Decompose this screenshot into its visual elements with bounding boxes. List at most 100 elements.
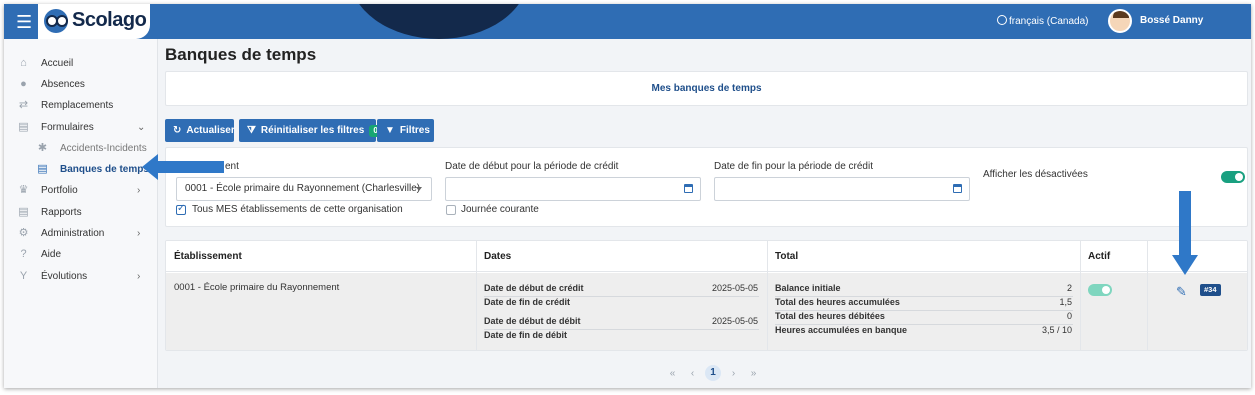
sidebar-item-accidents-incidents[interactable]: ✱ Accidents-Incidents: [4, 138, 158, 158]
pencil-icon[interactable]: ✎: [1176, 285, 1190, 299]
filters-button[interactable]: ▼ Filtres: [377, 119, 434, 142]
next-page-button[interactable]: ›: [726, 368, 741, 379]
help-icon: ?: [20, 247, 27, 260]
sidebar-item-accueil[interactable]: ⌂ Accueil: [4, 53, 158, 73]
establishment-value: 0001 - École primaire du Rayonnement (Ch…: [185, 183, 421, 194]
sidebar-item-label: Administration: [41, 227, 105, 239]
column-header[interactable]: Actif: [1088, 251, 1110, 262]
sidebar-item-label: Portfolio: [41, 184, 78, 196]
app-window: ☰ Scolago français (Canada) Bossé Danny …: [4, 4, 1251, 388]
top-bar: ☰ Scolago français (Canada) Bossé Danny: [4, 4, 1251, 39]
last-page-button[interactable]: »: [746, 368, 761, 379]
chevron-right-icon: ›: [137, 227, 141, 239]
end-date-label: Date de fin pour la période de crédit: [714, 161, 873, 172]
show-disabled-toggle[interactable]: [1221, 171, 1245, 183]
date-label: Date de fin de débit: [484, 330, 568, 340]
total-label: Heures accumulées en banque: [775, 325, 908, 335]
refresh-button[interactable]: ↻ Actualiser: [165, 119, 235, 142]
today-checkbox[interactable]: [446, 205, 456, 215]
document-icon: ▤: [37, 162, 48, 175]
tab-mes-banques[interactable]: Mes banques de temps: [166, 83, 1247, 94]
sidebar-item-remplacements[interactable]: ⇄ Remplacements: [4, 95, 158, 115]
pagination: « ‹ 1 › »: [665, 364, 761, 382]
show-disabled-label: Afficher les désactivées: [983, 169, 1088, 180]
avatar[interactable]: [1108, 9, 1132, 33]
table-row: 0001 - École primaire du Rayonnement Dat…: [166, 273, 1247, 350]
sidebar-item-formulaires[interactable]: ▤ Formulaires ⌄: [4, 117, 158, 137]
sidebar-item-portfolio[interactable]: ♛ Portfolio ›: [4, 180, 158, 200]
column-divider: [1080, 241, 1081, 350]
reset-label: Réinitialiser les filtres: [260, 125, 365, 136]
brand-name: Scolago: [72, 9, 147, 31]
end-date-input[interactable]: [714, 177, 970, 201]
owl-logo-icon: [44, 9, 68, 33]
total-value: 3,5 / 10: [1041, 325, 1072, 335]
total-label: Total des heures débitées: [775, 311, 885, 321]
chevron-right-icon: ›: [137, 184, 141, 196]
sidebar-item-absences[interactable]: ● Absences: [4, 74, 158, 94]
home-icon: ⌂: [20, 56, 27, 69]
total-value: 2: [1066, 283, 1072, 293]
establishment-cell: 0001 - École primaire du Rayonnement: [174, 282, 340, 293]
calendar-icon[interactable]: [953, 184, 962, 193]
header-decoration: [349, 4, 529, 39]
column-header[interactable]: Établissement: [174, 251, 242, 262]
sidebar-item-rapports[interactable]: ▤ Rapports: [4, 202, 158, 222]
column-divider: [476, 241, 477, 350]
incident-icon: ✱: [37, 141, 48, 154]
page-title: Banques de temps: [165, 45, 317, 64]
sidebar-item-label: Rapports: [41, 206, 82, 218]
user-name[interactable]: Bossé Danny: [1140, 15, 1203, 26]
annotation-arrow-down-icon: [1172, 191, 1198, 275]
sidebar-item-administration[interactable]: ⚙ Administration ›: [4, 223, 158, 243]
language-selector[interactable]: français (Canada): [997, 15, 1088, 27]
start-date-input[interactable]: [445, 177, 701, 201]
trophy-icon: ♛: [18, 183, 29, 196]
column-divider: [1147, 241, 1148, 350]
date-value: 2025-05-05: [711, 316, 758, 326]
sidebar-item-label: Absences: [41, 78, 85, 90]
chevron-down-icon: [416, 187, 422, 191]
id-badge[interactable]: #34: [1200, 284, 1221, 296]
annotation-arrow-left-icon: [142, 154, 224, 180]
gear-icon: ⚙: [18, 226, 29, 239]
column-divider: [767, 241, 768, 350]
table-header: Établissement Dates Total Actif: [166, 241, 1247, 272]
all-establishments-label: Tous MES établissements de cette organis…: [192, 204, 403, 215]
sidebar-item-label: Formulaires: [41, 121, 94, 133]
evolution-icon: Y: [19, 269, 28, 282]
establishment-select[interactable]: 0001 - École primaire du Rayonnement (Ch…: [176, 177, 432, 201]
column-header[interactable]: Dates: [484, 251, 511, 262]
date-label: Date de fin de crédit: [484, 297, 571, 307]
sidebar-item-label: Évolutions: [41, 270, 88, 282]
chevron-down-icon: ⌄: [137, 121, 146, 133]
logo[interactable]: Scolago: [38, 4, 150, 39]
menu-icon[interactable]: ☰: [16, 13, 32, 31]
total-label: Balance initiale: [775, 283, 841, 293]
tab-bar: Mes banques de temps: [165, 71, 1248, 106]
current-page[interactable]: 1: [705, 365, 721, 381]
globe-icon: [997, 15, 1007, 25]
filter-icon: ▼: [385, 125, 395, 136]
filter-clear-icon: ⧩: [247, 125, 256, 136]
total-label: Total des heures accumulées: [775, 297, 900, 307]
sidebar-item-aide[interactable]: ? Aide: [4, 244, 158, 264]
calendar-icon[interactable]: [684, 184, 693, 193]
language-label: français (Canada): [1009, 16, 1089, 27]
sidebar-item-label: Aide: [41, 248, 62, 260]
first-page-button[interactable]: «: [665, 368, 680, 379]
total-value: 1,5: [1059, 297, 1072, 307]
reset-filters-button[interactable]: ⧩ Réinitialiser les filtres 0: [239, 119, 382, 142]
sidebar-item-banques-de-temps[interactable]: ▤ Banques de temps: [4, 159, 158, 179]
active-toggle[interactable]: [1088, 284, 1112, 296]
all-establishments-checkbox[interactable]: [176, 203, 186, 215]
date-value: 2025-05-05: [711, 283, 758, 293]
sidebar-item-evolutions[interactable]: Y Évolutions ›: [4, 266, 158, 286]
refresh-icon: ↻: [173, 125, 182, 136]
refresh-label: Actualiser: [186, 125, 235, 136]
filter-panel: ent 0001 - École primaire du Rayonnement…: [165, 147, 1248, 227]
date-label: Date de début de crédit: [484, 283, 584, 293]
total-value: 0: [1066, 311, 1072, 321]
column-header[interactable]: Total: [775, 251, 798, 262]
previous-page-button[interactable]: ‹: [685, 368, 700, 379]
